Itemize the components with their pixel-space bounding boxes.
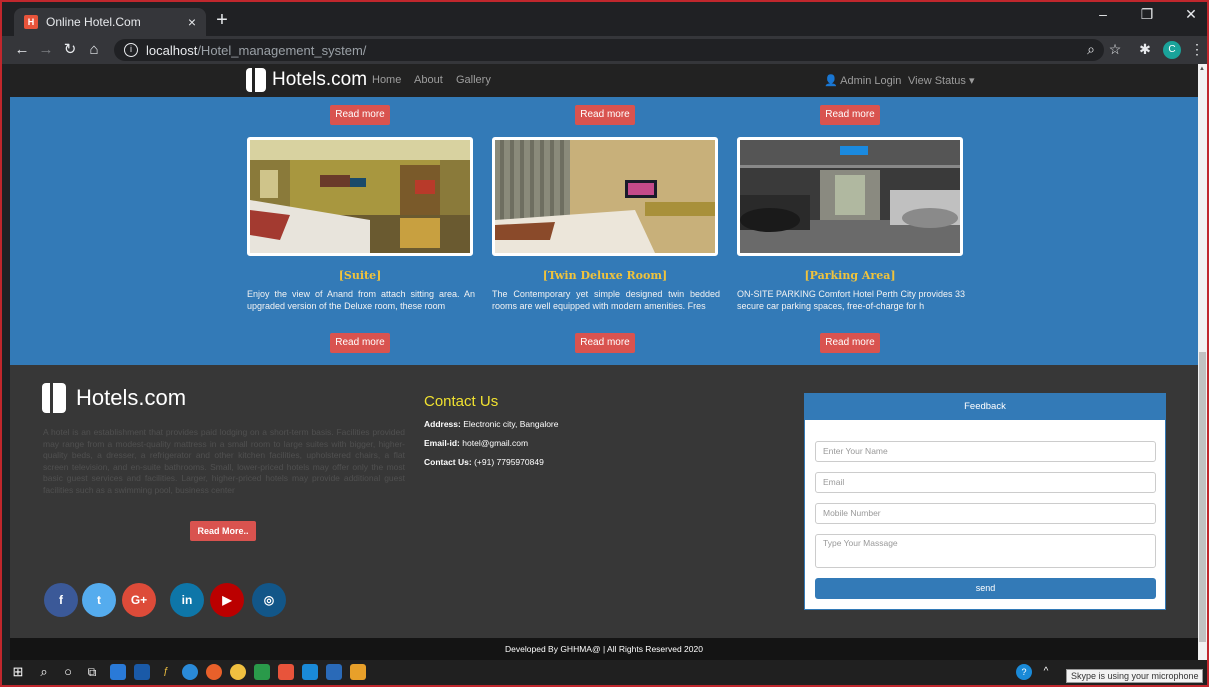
name-input[interactable]: Enter Your Name (815, 441, 1156, 462)
bookmark-star-icon[interactable]: ☆ (1106, 41, 1124, 58)
google-plus-icon[interactable]: G+ (122, 583, 156, 617)
twin-deluxe-room-image (492, 137, 718, 256)
email-input[interactable]: Email (815, 472, 1156, 493)
admin-login-link[interactable]: 👤 Admin Login (824, 74, 901, 87)
mobile-input[interactable]: Mobile Number (815, 503, 1156, 524)
browser-tabbar: H Online Hotel.Com × + – ❐ ✕ (2, 2, 1207, 36)
chevron-up-icon[interactable]: ^ (1038, 664, 1054, 680)
help-icon[interactable]: ? (1016, 664, 1032, 680)
menu-kebab-icon[interactable]: ⋮ (1188, 41, 1206, 58)
read-more-button[interactable]: Read more (820, 105, 880, 125)
microphone-notification: Skype is using your microphone (1066, 669, 1203, 683)
user-icon: 👤 (824, 75, 841, 87)
hotels-logo-icon (42, 383, 66, 413)
twitter-icon[interactable]: t (82, 583, 116, 617)
task-view-icon[interactable]: ⧉ (84, 664, 100, 680)
footer-about-text: A hotel is an establishment that provide… (43, 427, 405, 495)
cortana-icon[interactable]: ○ (60, 664, 76, 680)
xampp-icon[interactable] (278, 664, 294, 680)
app-icon[interactable]: ƒ (158, 664, 174, 680)
read-more-button[interactable]: Read more (330, 333, 390, 353)
footer-read-more-button[interactable]: Read More.. (190, 521, 256, 541)
windows-start-icon[interactable]: ⊞ (10, 664, 26, 680)
card-title: [Twin Deluxe Room] (542, 269, 668, 282)
store-icon[interactable] (134, 664, 150, 680)
site-navbar: Hotels.com Home About Gallery 👤 Admin Lo… (10, 64, 1198, 97)
message-textarea[interactable]: Type Your Massage (815, 534, 1156, 568)
site-footer: Hotels.com A hotel is an establishment t… (10, 365, 1198, 638)
browser-tab[interactable]: H Online Hotel.Com × (14, 8, 206, 36)
read-more-button[interactable]: Read more (575, 333, 635, 353)
app-icon[interactable] (326, 664, 342, 680)
facebook-icon[interactable]: f (44, 583, 78, 617)
windows-taskbar: ⊞ ⌕ ○ ⧉ ƒ ? ^ Skype is using your microp… (2, 660, 1207, 685)
search-icon[interactable]: ⌕ (36, 664, 52, 680)
scroll-up-icon[interactable]: ▲ (1199, 66, 1205, 72)
tab-close-icon[interactable]: × (188, 14, 196, 30)
footer-brand: Hotels.com (42, 383, 186, 413)
zoom-icon[interactable]: ⌕ (1082, 41, 1100, 58)
edge-icon[interactable] (182, 664, 198, 680)
card-description: The Contemporary yet simple designed twi… (492, 289, 720, 311)
sublime-icon[interactable] (350, 664, 366, 680)
suite-image (247, 137, 473, 256)
app-icon[interactable] (254, 664, 270, 680)
read-more-button[interactable]: Read more (575, 105, 635, 125)
favicon-icon: H (24, 15, 38, 29)
url-host: localhost (146, 42, 198, 58)
contact-email: Email-id: hotel@gmail.com (424, 438, 529, 448)
copyright-bar: Developed By GHHMA@ | All Rights Reserve… (10, 638, 1198, 660)
nav-about[interactable]: About (414, 74, 443, 86)
close-window-icon[interactable]: ✕ (1181, 6, 1201, 23)
card-title: [Parking Area] (804, 269, 896, 282)
parking-area-image (737, 137, 963, 256)
page-scrollbar[interactable]: ▲ (1198, 64, 1207, 660)
nav-gallery[interactable]: Gallery (456, 74, 491, 86)
contact-address: Address: Electronic city, Bangalore (424, 419, 559, 429)
maximize-icon[interactable]: ❐ (1137, 6, 1157, 23)
window-controls: – ❐ ✕ (1093, 6, 1201, 23)
caret-down-icon: ▾ (965, 75, 975, 87)
forward-arrow-icon[interactable]: → (36, 40, 56, 60)
hotels-logo-icon (246, 68, 266, 92)
instagram-icon[interactable]: ◎ (252, 583, 286, 617)
linkedin-icon[interactable]: in (170, 583, 204, 617)
chrome-icon[interactable] (230, 664, 246, 680)
contact-phone: Contact Us: (+91) 7795970849 (424, 457, 544, 467)
feedback-form: Feedback Enter Your Name Email Mobile Nu… (804, 393, 1166, 610)
send-button[interactable]: send (815, 578, 1156, 599)
extensions-puzzle-icon[interactable]: ✱ (1136, 41, 1154, 58)
page-viewport: Hotels.com Home About Gallery 👤 Admin Lo… (10, 64, 1198, 660)
card-description: Enjoy the view of Anand from attach sitt… (247, 289, 475, 311)
browser-toolbar: ← → ↻ ⌂ i localhost/Hotel_management_sys… (2, 36, 1207, 64)
screen: H Online Hotel.Com × + – ❐ ✕ ← → ↻ ⌂ i l… (0, 0, 1209, 687)
read-more-button[interactable]: Read more (330, 105, 390, 125)
brand-name: Hotels.com (272, 69, 368, 90)
new-tab-button[interactable]: + (210, 8, 234, 32)
address-bar[interactable]: i localhost/Hotel_management_system/ (114, 39, 1104, 61)
skype-icon[interactable] (302, 664, 318, 680)
profile-avatar[interactable]: C (1163, 41, 1181, 59)
minimize-icon[interactable]: – (1093, 6, 1113, 23)
back-arrow-icon[interactable]: ← (12, 40, 32, 60)
firefox-icon[interactable] (206, 664, 222, 680)
card-title: [Suite] (338, 269, 382, 282)
nav-home[interactable]: Home (372, 74, 401, 86)
footer-brand-name: Hotels.com (76, 385, 187, 410)
url-path: /Hotel_management_system/ (197, 42, 367, 58)
contact-title: Contact Us (424, 393, 499, 410)
reload-icon[interactable]: ↻ (60, 40, 80, 60)
feedback-title: Feedback (805, 394, 1165, 420)
site-brand[interactable]: Hotels.com (246, 68, 367, 92)
file-explorer-icon[interactable] (110, 664, 126, 680)
home-icon[interactable]: ⌂ (84, 40, 104, 60)
read-more-button[interactable]: Read more (820, 333, 880, 353)
card-description: ON-SITE PARKING Comfort Hotel Perth City… (737, 289, 965, 311)
tab-title: Online Hotel.Com (46, 15, 141, 29)
view-status-dropdown[interactable]: View Status ▾ (908, 74, 974, 87)
youtube-icon[interactable]: ▶ (210, 583, 244, 617)
site-info-icon[interactable]: i (124, 43, 138, 57)
scrollbar-thumb[interactable] (1199, 352, 1206, 642)
